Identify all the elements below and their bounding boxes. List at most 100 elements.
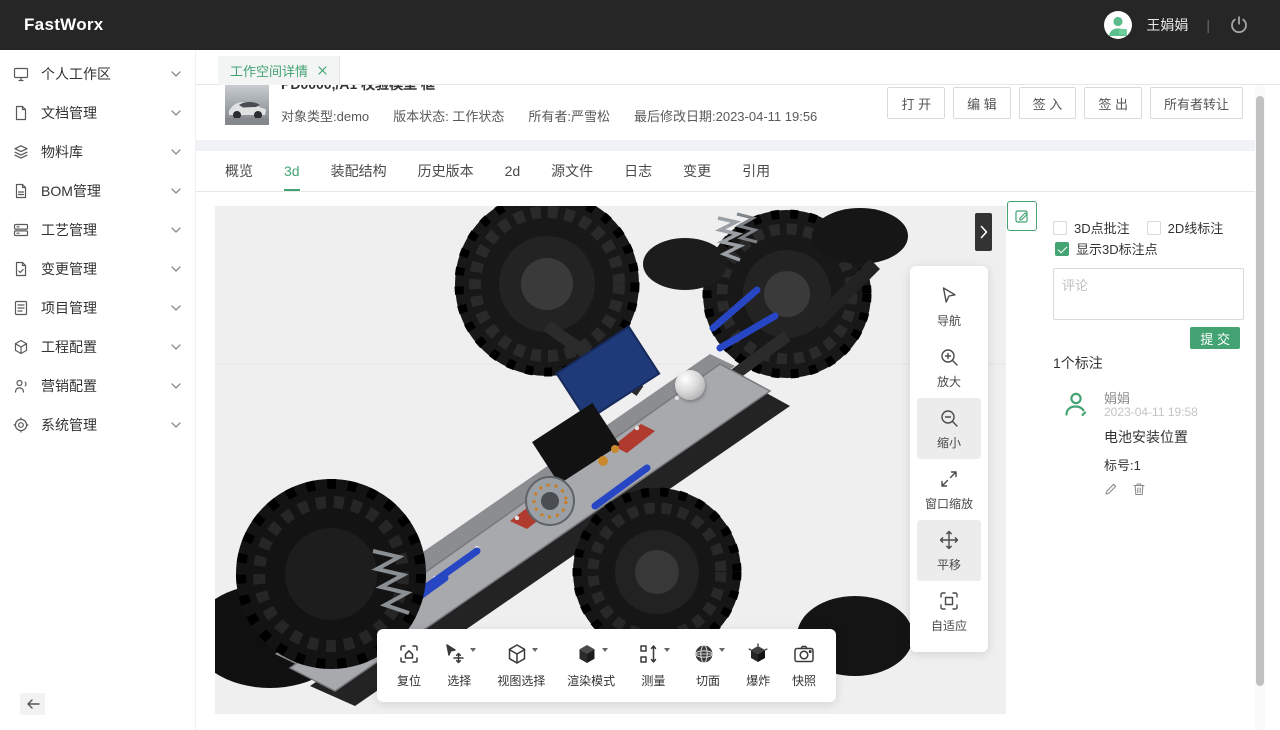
pencil-icon: [1104, 482, 1118, 496]
collapse-panel-handle[interactable]: [975, 213, 992, 251]
checkbox-show-3d-points[interactable]: 显示3D标注点: [1055, 239, 1158, 258]
sidebar-item-project-management[interactable]: 项目管理: [0, 288, 195, 327]
dropdown-caret-icon: [664, 648, 670, 652]
cursor-icon: [938, 285, 960, 307]
sidebar-item-material-library[interactable]: 物料库: [0, 132, 195, 171]
tool-section[interactable]: 切面: [692, 642, 725, 689]
tool-reset[interactable]: 复位: [397, 642, 421, 689]
user-avatar[interactable]: [1104, 11, 1132, 39]
chevron-down-icon: [171, 227, 181, 233]
chevron-down-icon: [171, 266, 181, 272]
scrollbar-thumb[interactable]: [1256, 96, 1264, 686]
edit-button[interactable]: 编 辑: [953, 87, 1011, 119]
tool-select[interactable]: 选择: [443, 642, 476, 689]
object-info-row: 对象类型:demo 版本状态: 工作状态 所有者:严雪松 最后修改日期:2023…: [281, 106, 817, 125]
workspace-tab-bar: 工作空间详情: [196, 50, 1280, 85]
tool-view-select[interactable]: 视图选择: [497, 642, 545, 689]
delete-annotation-button[interactable]: [1132, 482, 1146, 496]
sidebar-item-marketing-config[interactable]: 营销配置: [0, 366, 195, 405]
user-name[interactable]: 王娟娟: [1146, 15, 1188, 35]
chevron-down-icon: [171, 71, 181, 77]
close-icon[interactable]: [318, 66, 327, 75]
tab-history-versions[interactable]: 历史版本: [418, 151, 474, 191]
power-icon[interactable]: [1228, 14, 1250, 36]
open-button[interactable]: 打 开: [887, 87, 945, 119]
edit-annotation-button[interactable]: [1104, 482, 1118, 496]
annotation-comment: 电池安装位置: [1104, 427, 1188, 447]
tab-references[interactable]: 引用: [742, 151, 770, 191]
annotation-point-marker[interactable]: [675, 370, 705, 400]
tool-navigate[interactable]: 导航: [917, 276, 981, 337]
tool-explode[interactable]: 爆炸: [746, 642, 770, 689]
dropdown-caret-icon: [719, 648, 725, 652]
sidebar-item-bom-management[interactable]: BOM管理: [0, 171, 195, 210]
tool-zoom-out[interactable]: 缩小: [917, 398, 981, 459]
annotate-mode-button[interactable]: [1007, 201, 1037, 231]
fit-view-icon: [938, 590, 960, 612]
tool-fit-view[interactable]: 自适应: [917, 581, 981, 642]
transfer-owner-button[interactable]: 所有者转让: [1150, 87, 1243, 119]
tab-assembly-structure[interactable]: 装配结构: [331, 151, 387, 191]
chevron-down-icon: [171, 305, 181, 311]
reset-home-icon: [397, 642, 421, 666]
vertical-scrollbar[interactable]: [1255, 85, 1265, 730]
sidebar-item-system-management[interactable]: 系统管理: [0, 405, 195, 444]
tool-render-mode[interactable]: 渲染模式: [567, 642, 615, 689]
tab-overview[interactable]: 概览: [225, 151, 253, 191]
gear-icon: [13, 417, 29, 433]
submit-button[interactable]: 提 交: [1190, 327, 1240, 349]
sidebar-collapse-button[interactable]: [20, 693, 45, 715]
pan-icon: [938, 529, 960, 551]
viewer-side-toolbar: 导航 放大 缩小 窗口缩放 平移 自适应: [910, 266, 988, 652]
sidebar-item-process-management[interactable]: 工艺管理: [0, 210, 195, 249]
comment-input[interactable]: [1053, 268, 1244, 320]
tool-snapshot[interactable]: 快照: [792, 642, 816, 689]
checkbox-checked[interactable]: [1055, 242, 1069, 256]
tool-measure[interactable]: 测量: [637, 642, 670, 689]
project-list-icon: [13, 300, 29, 316]
trash-icon: [1132, 482, 1146, 496]
window-zoom-icon: [938, 468, 960, 490]
sidebar-item-document-management[interactable]: 文档管理: [0, 93, 195, 132]
tab-3d[interactable]: 3d: [284, 151, 300, 191]
sidebar-item-engineering-config[interactable]: 工程配置: [0, 327, 195, 366]
tab-source-files[interactable]: 源文件: [551, 151, 593, 191]
tab-workspace-detail[interactable]: 工作空间详情: [218, 56, 340, 85]
process-cards-icon: [13, 222, 29, 238]
chevron-right-icon: [980, 225, 988, 239]
annotation-count: 1个标注: [1053, 353, 1103, 373]
render-cube-icon: [575, 642, 599, 666]
sidebar-item-change-management[interactable]: 变更管理: [0, 249, 195, 288]
top-bar: FastWorx 王娟娟 |: [0, 0, 1280, 50]
viewer-3d-canvas[interactable]: 导航 放大 缩小 窗口缩放 平移 自适应 复位: [215, 206, 1006, 714]
checkbox-3d-point-annotation[interactable]: 3D点批注: [1053, 218, 1130, 237]
topbar-divider: |: [1202, 17, 1214, 33]
annotation-datetime: 2023-04-11 19:58: [1104, 405, 1198, 419]
annotation-actions: [1104, 482, 1146, 496]
dropdown-caret-icon: [470, 648, 476, 652]
annotation-author-avatar-icon: [1060, 389, 1091, 420]
annotation-options-row: 3D点批注 2D线标注: [1053, 218, 1223, 237]
header-actions: 打 开 编 辑 签 入 签 出 所有者转让: [887, 87, 1243, 119]
dropdown-caret-icon: [532, 648, 538, 652]
detail-tab-bar: 概览 3d 装配结构 历史版本 2d 源文件 日志 变更 引用: [196, 151, 1255, 192]
checkbox-unchecked[interactable]: [1147, 221, 1161, 235]
sidebar-item-personal-workspace[interactable]: 个人工作区: [0, 54, 195, 93]
checkbox-2d-line-annotation[interactable]: 2D线标注: [1147, 218, 1224, 237]
cube-icon: [13, 339, 29, 355]
tool-zoom-in[interactable]: 放大: [917, 337, 981, 398]
bom-document-icon: [13, 183, 29, 199]
explode-cube-icon: [746, 642, 770, 666]
check-in-button[interactable]: 签 入: [1019, 87, 1077, 119]
viewer-bottom-toolbar: 复位 选择 视图选择 渲染模式: [377, 629, 836, 702]
checkbox-unchecked[interactable]: [1053, 221, 1067, 235]
tab-2d[interactable]: 2d: [505, 151, 521, 191]
tool-window-zoom[interactable]: 窗口缩放: [917, 459, 981, 520]
tab-logs[interactable]: 日志: [624, 151, 652, 191]
sidebar: 个人工作区 文档管理 物料库 BOM管理 工艺管理 变更管理 项目管理 工程配置: [0, 50, 196, 730]
object-type: 对象类型:demo: [281, 106, 369, 125]
tool-pan[interactable]: 平移: [917, 520, 981, 581]
check-out-button[interactable]: 签 出: [1084, 87, 1142, 119]
avatar-person-icon: [1104, 11, 1132, 39]
tab-changes[interactable]: 变更: [683, 151, 711, 191]
